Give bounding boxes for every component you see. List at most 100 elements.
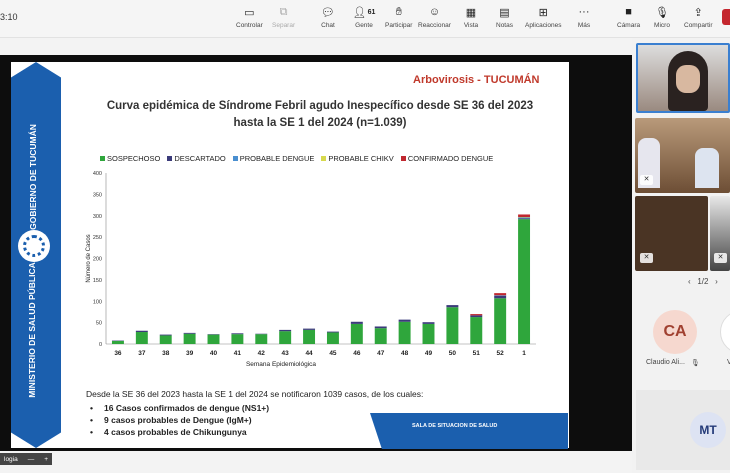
chat-button[interactable]: 💬︎ Chat [320, 4, 336, 30]
chart-title-line1: Curva epidémica de Síndrome Febril agudo… [106, 100, 534, 112]
camera-off-icon: ■ [625, 6, 632, 18]
share-icon: ⇪ [693, 6, 703, 19]
bar-segment [183, 333, 196, 344]
bar-segment [326, 332, 339, 344]
zoom-controls: logia — + [0, 453, 53, 465]
zoom-out-button[interactable]: — [28, 456, 35, 463]
bar-segment [159, 334, 172, 336]
raise-hand-button[interactable]: ✋︎ Participar [385, 4, 413, 30]
bar-segment [494, 295, 507, 299]
people-button[interactable]: 👤︎ 61 Gente [353, 4, 376, 30]
y-axis-title: Número de Casos [86, 234, 92, 282]
bar-segment [518, 214, 531, 218]
avatar[interactable]: CA [653, 310, 697, 354]
participant-name: Claudio Ali... [646, 359, 685, 366]
x-tick-label: 43 [282, 350, 290, 357]
chart-legend: SOSPECHOSO DESCARTADO PROBABLE DENGUE PROBA… [100, 154, 493, 163]
more-label: Más [577, 22, 591, 29]
chat-icon: 💬︎ [321, 6, 335, 19]
view-button[interactable]: ▦ Vista [463, 4, 479, 30]
mic-muted-icon: ✕ [714, 253, 727, 263]
notes-button[interactable]: ▤ Notas [496, 4, 513, 30]
participant-video-tile[interactable]: ✕ [710, 196, 730, 271]
x-tick-label: 42 [258, 350, 266, 357]
y-tick-label: 0 [99, 342, 102, 348]
bar-segment [111, 341, 124, 344]
participant-name-row: Claudio Ali... 🎙︎ [646, 359, 700, 367]
x-tick-label: 38 [162, 350, 170, 357]
bar-segment [470, 315, 483, 318]
participant-video-tile[interactable]: ✕ [635, 118, 730, 193]
x-tick-label: 47 [377, 350, 385, 357]
x-tick-label: 37 [138, 350, 146, 357]
y-tick-label: 50 [96, 321, 102, 327]
mic-muted-icon: ✕ [640, 253, 653, 263]
y-tick-label: 250 [93, 235, 102, 241]
camera-button[interactable]: ■ Cámara [617, 4, 640, 29]
bar-segment [422, 323, 435, 344]
mic-button[interactable]: 🎙︎ Micro [654, 4, 670, 30]
legend-item: PROBABLE CHIKV [321, 154, 394, 163]
x-tick-label: 50 [449, 350, 457, 357]
bar-segment [494, 298, 507, 344]
participant-silhouette [695, 148, 719, 188]
legend-item: CONFIRMADO DENGUE [400, 154, 493, 163]
x-tick-label: 41 [234, 350, 242, 357]
participant-video-tile[interactable] [636, 43, 730, 113]
chat-label: Chat [321, 22, 335, 29]
y-tick-label: 400 [93, 171, 102, 177]
prev-page-icon[interactable]: ‹ [688, 277, 691, 286]
more-button[interactable]: ··· Más [576, 4, 592, 29]
footer-text: SALA DE SITUACION DE SALUD [412, 423, 498, 429]
banner-top-text: GOBIERNO DE TUCUMÁN [28, 124, 38, 230]
react-button[interactable]: ☺ Reaccionar [418, 4, 451, 29]
legend-swatch [400, 156, 406, 161]
bar-segment [207, 334, 220, 344]
x-tick-label: 48 [401, 350, 409, 357]
bar-segment [231, 333, 244, 335]
footer-banner: SALA DE SITUACION DE SALUD [370, 413, 568, 449]
participant-face [676, 65, 700, 93]
bar-segment [279, 329, 292, 332]
bar-segment [494, 293, 507, 296]
bar-segment [326, 331, 339, 333]
meeting-timer: 3:10 [0, 12, 18, 22]
legend-item: PROBABLE DENGUE [232, 154, 314, 163]
x-tick-label: 39 [186, 350, 194, 357]
summary-bullet: 16 Casos confirmados de dengue (NS1+) [90, 403, 423, 413]
next-page-icon[interactable]: › [715, 277, 718, 286]
bar-segment [470, 317, 483, 344]
legend-item: DESCARTADO [167, 154, 226, 163]
view-label: Vista [463, 22, 479, 29]
x-tick-label: 40 [210, 350, 218, 357]
zoom-in-button[interactable]: + [44, 456, 48, 463]
y-tick-label: 350 [93, 192, 102, 198]
raise-hand-label: Participar [385, 22, 413, 29]
pager-label: 1/2 [697, 277, 709, 286]
participant-video-tile[interactable]: ✕ [635, 196, 708, 271]
bar-segment [518, 217, 531, 219]
bar-segment [518, 219, 531, 344]
summary-bullet: 4 casos probables de Chikungunya [90, 427, 423, 437]
leave-button[interactable] [722, 9, 730, 25]
government-logo [18, 230, 50, 262]
bar-segment [183, 332, 196, 334]
bar-segment [422, 322, 435, 324]
control-button[interactable]: ▭ Controlar [236, 4, 263, 30]
x-tick-label: 51 [473, 350, 481, 357]
legend-label: SOSPECHOSO [107, 154, 161, 163]
avatar[interactable]: MT [690, 412, 726, 448]
legend-swatch [167, 156, 173, 161]
monitor-icon: ▭ [244, 6, 255, 19]
notes-label: Notas [496, 22, 513, 29]
bar-segment [350, 321, 363, 324]
apps-label: Aplicaciones [525, 22, 562, 29]
separate-button[interactable]: ⧉ Separar [272, 4, 295, 30]
bar-segment [303, 329, 316, 344]
apps-button[interactable]: ⊞ Aplicaciones [525, 4, 562, 30]
x-tick-label: 44 [305, 350, 313, 357]
control-label: Controlar [236, 22, 263, 29]
bar-segment [374, 328, 387, 344]
y-tick-label: 200 [93, 257, 102, 263]
share-button[interactable]: ⇪ Compartir [684, 4, 713, 30]
